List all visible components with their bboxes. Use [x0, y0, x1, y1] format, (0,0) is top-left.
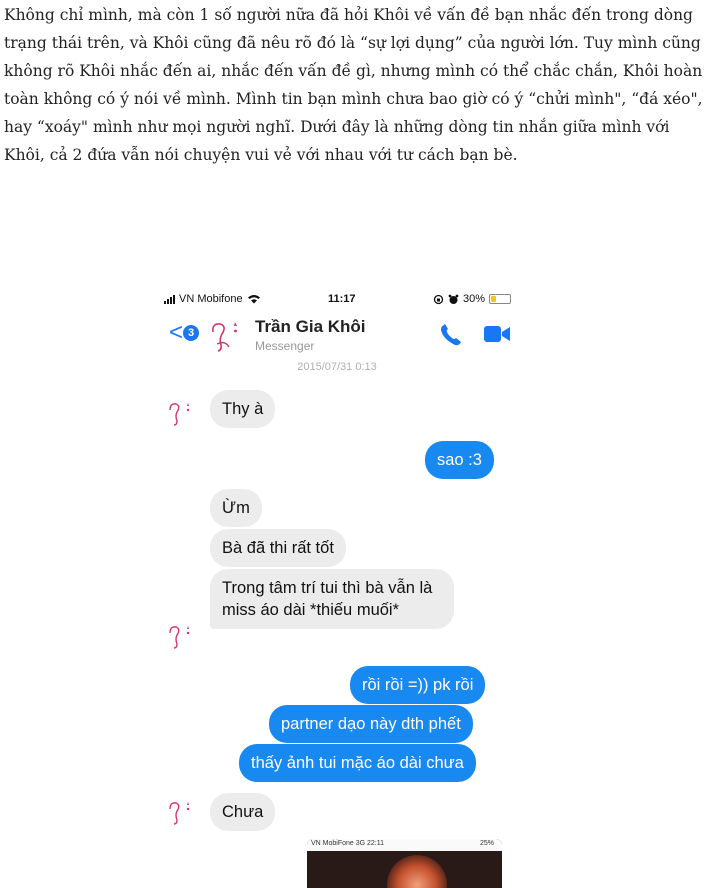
message-bubble-outgoing: sao :3 [425, 441, 494, 479]
carrier-label: VN Mobifone [179, 293, 243, 305]
wifi-icon [247, 295, 260, 304]
message-bubble-incoming: Bà đã thi rất tốt [210, 529, 346, 567]
attached-image-photo [387, 855, 447, 888]
contact-avatar-small [169, 403, 190, 426]
unread-count-badge[interactable]: 3 [183, 325, 199, 341]
status-time: 11:17 [328, 293, 356, 305]
article-text: Không chỉ mình, mà còn 1 số người nữa đã… [4, 1, 704, 169]
attached-status-right: 25% [479, 840, 494, 847]
battery-icon [489, 294, 512, 304]
date-stamp: 2015/07/31 0:13 [297, 361, 377, 373]
battery-percent: 30% [463, 293, 486, 305]
rotation-lock-icon [433, 294, 444, 304]
conversation-header: < 3 Trần Gia Khôi Messenger [155, 312, 519, 356]
attached-status-left: VN MobiFone 3G 22:11 [311, 840, 385, 847]
battery-fill [491, 296, 497, 302]
attached-image[interactable]: VN MobiFone 3G 22:11 25% [307, 839, 502, 888]
attached-image-status-bar: VN MobiFone 3G 22:11 25% [307, 839, 502, 851]
contact-avatar-small [169, 802, 190, 825]
contact-avatar-small [169, 626, 190, 649]
article-paragraph: Không chỉ mình, mà còn 1 số người nữa đã… [4, 6, 703, 164]
video-call-icon[interactable] [483, 324, 511, 344]
back-chevron-icon[interactable]: < [169, 321, 183, 345]
status-bar: VN Mobifone 11:17 30% [155, 290, 519, 308]
messenger-screenshot: VN Mobifone 11:17 30% < 3 Trần Gia Khôi … [155, 282, 519, 888]
phone-call-icon[interactable] [438, 322, 464, 348]
signal-icon [164, 294, 175, 304]
message-bubble-incoming: Thy à [210, 390, 276, 428]
message-bubble-incoming: Trong tâm trí tui thì bà vẫn là miss áo … [210, 569, 454, 629]
message-bubble-incoming: Chưa [210, 793, 276, 831]
alarm-icon [448, 294, 459, 304]
message-bubble-outgoing: rồi rồi =)) pk rồi [350, 666, 486, 704]
message-bubble-outgoing: thấy ảnh tui mặc áo dài chưa [239, 744, 476, 782]
contact-name[interactable]: Trần Gia Khôi [255, 317, 366, 337]
contact-avatar[interactable] [207, 320, 243, 354]
message-bubble-incoming: Ừm [210, 489, 262, 527]
contact-subtitle: Messenger [255, 339, 315, 353]
message-bubble-outgoing: partner dạo này dth phết [269, 705, 473, 743]
